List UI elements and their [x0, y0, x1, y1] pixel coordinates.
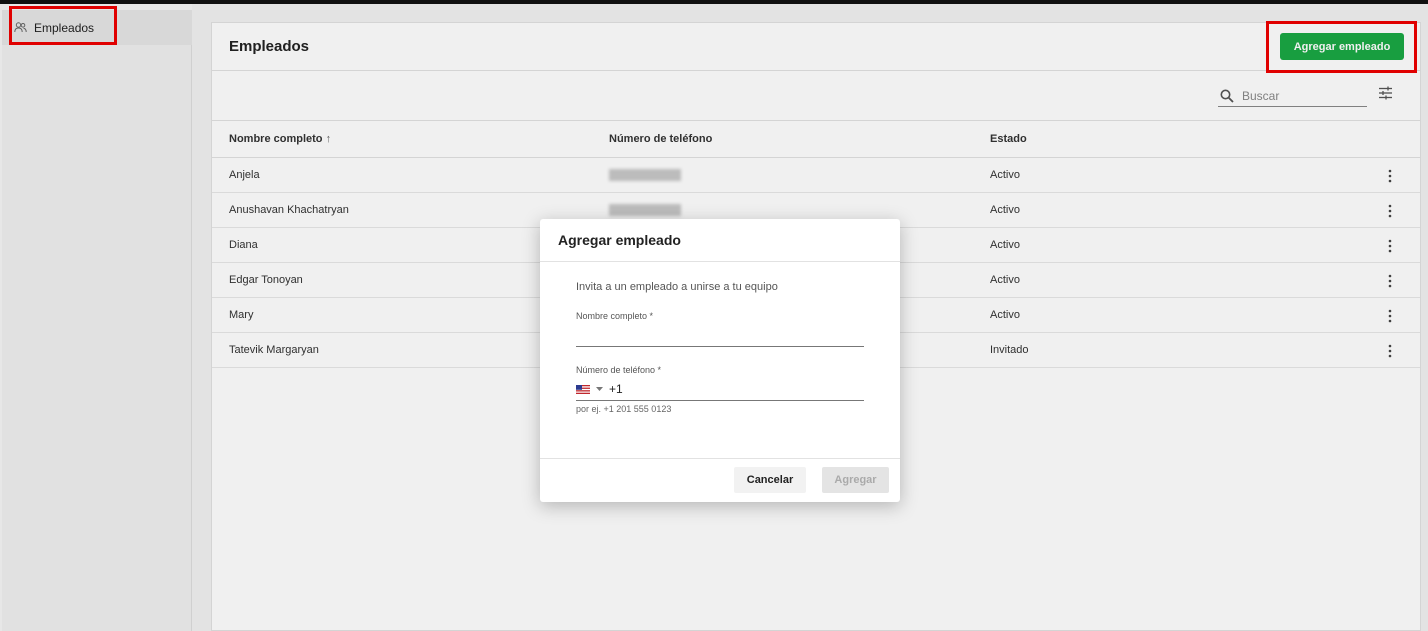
phone-field[interactable]: +1 — [576, 381, 864, 397]
dialog-header: Agregar empleado — [540, 219, 900, 262]
full-name-input[interactable] — [576, 328, 864, 345]
cancel-button[interactable]: Cancelar — [734, 467, 806, 493]
us-flag-icon[interactable] — [576, 384, 590, 394]
add-employee-dialog: Agregar empleado Invita a un empleado a … — [540, 219, 900, 502]
submit-button[interactable]: Agregar — [822, 467, 889, 493]
chevron-down-icon[interactable] — [596, 387, 603, 391]
dialog-description: Invita a un empleado a unirse a tu equip… — [576, 281, 778, 293]
dial-code: +1 — [609, 382, 623, 396]
phone-hint: por ej. +1 201 555 0123 — [576, 404, 672, 414]
phone-label: Número de teléfono * — [576, 365, 662, 375]
dialog-footer: Cancelar Agregar — [540, 458, 900, 502]
full-name-label: Nombre completo * — [576, 311, 654, 321]
dialog-title: Agregar empleado — [558, 232, 681, 248]
phone-underline — [576, 400, 864, 401]
full-name-underline — [576, 346, 864, 347]
